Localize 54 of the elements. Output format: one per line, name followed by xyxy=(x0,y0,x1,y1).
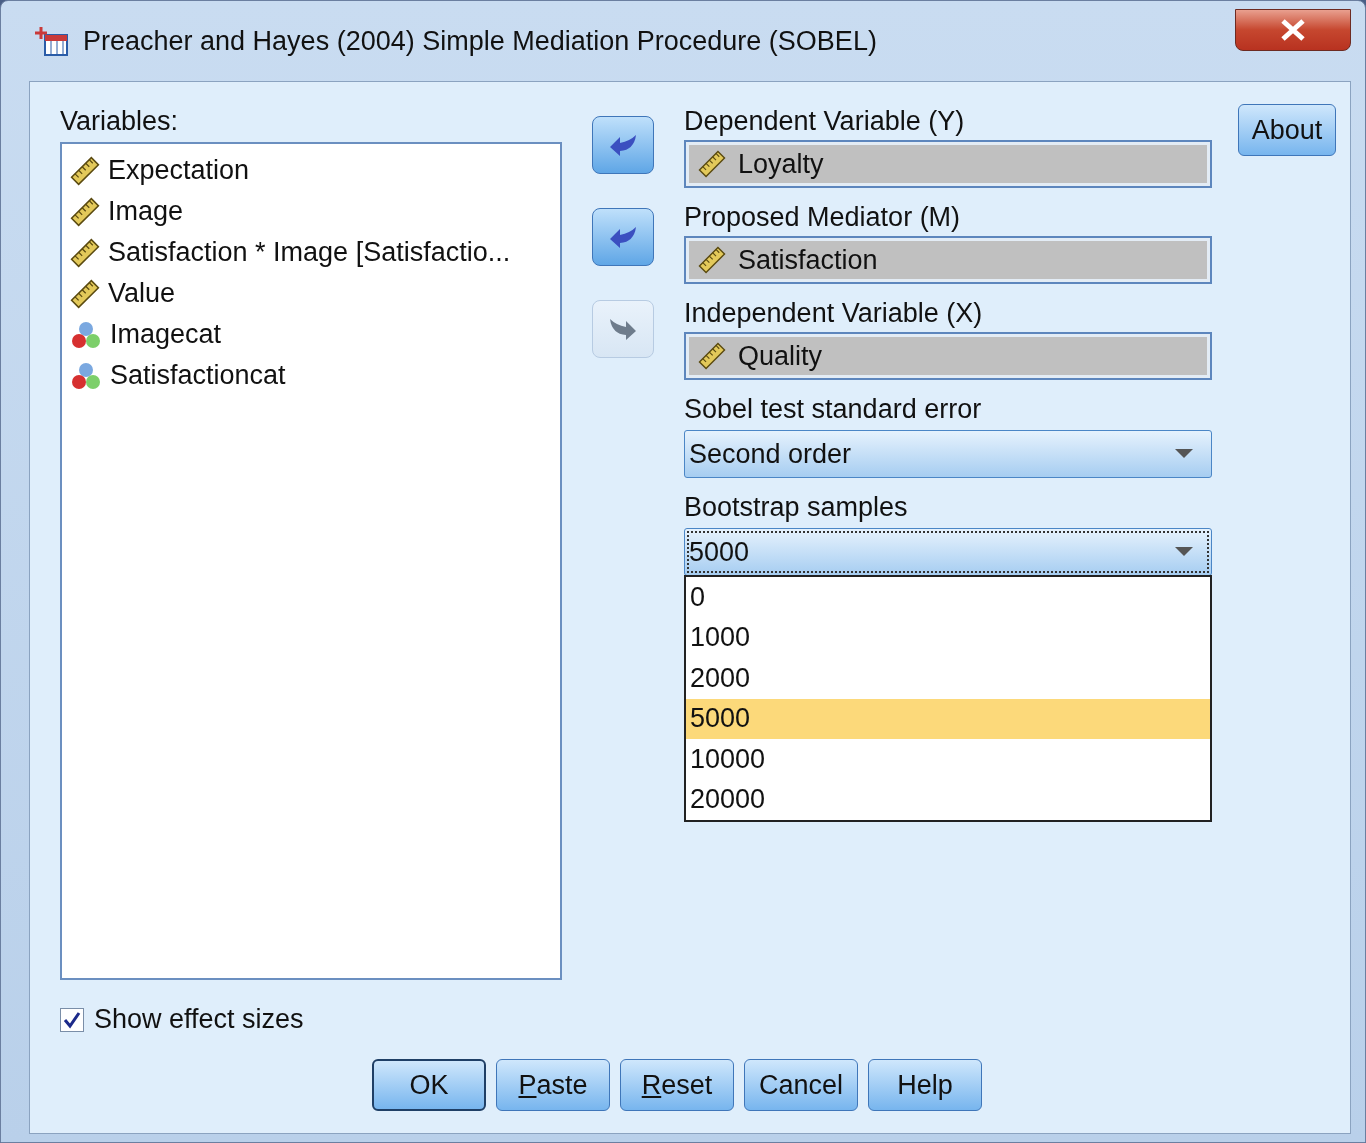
target-label: Dependent Variable (Y) xyxy=(684,105,966,138)
window-title: Preacher and Hayes (2004) Simple Mediation Procedure (SOBEL) xyxy=(83,25,878,57)
dialog-button[interactable]: Reset xyxy=(620,1059,734,1111)
variable-name: Satisfaction * Image [Satisfactio... xyxy=(108,237,511,268)
dialog-button[interactable]: Cancel xyxy=(744,1059,858,1111)
left-arrow-icon xyxy=(608,224,638,250)
target-value: Satisfaction xyxy=(738,244,878,276)
variable-name: Imagecat xyxy=(110,319,222,350)
variable-item[interactable]: Value xyxy=(70,273,552,314)
target-label: Independent Variable (X) xyxy=(684,297,984,330)
target-field[interactable]: Loyalty xyxy=(684,140,1212,188)
variable-item[interactable]: Satisfactioncat xyxy=(70,355,552,396)
dropdown-option[interactable]: 1000 xyxy=(686,617,1210,658)
sobel-dropdown[interactable]: Second order xyxy=(684,430,1212,478)
variable-item[interactable]: Satisfaction * Image [Satisfactio... xyxy=(70,232,552,273)
app-icon xyxy=(35,25,69,57)
left-arrow-icon xyxy=(608,132,638,158)
target-label: Proposed Mediator (M) xyxy=(684,201,962,234)
effect-sizes-checkbox[interactable]: Show effect sizes xyxy=(60,1004,1334,1035)
dropdown-option[interactable]: 0 xyxy=(686,577,1210,618)
variable-item[interactable]: Expectation xyxy=(70,150,552,191)
variables-label: Variables: xyxy=(60,105,180,138)
dropdown-option[interactable]: 20000 xyxy=(686,779,1210,820)
checkbox-label: Show effect sizes xyxy=(94,1004,304,1035)
close-button[interactable] xyxy=(1235,9,1351,51)
about-button[interactable]: About xyxy=(1238,104,1336,156)
variable-name: Satisfactioncat xyxy=(110,360,286,391)
nominal-icon xyxy=(70,360,102,391)
variable-item[interactable]: Image xyxy=(70,191,552,232)
close-icon xyxy=(1280,19,1306,41)
caret-icon xyxy=(1175,449,1193,459)
variables-list[interactable]: Expectation Image Satisfaction * Image [Satisfactio... Value Imagecat Satisfactioncat xyxy=(60,142,562,980)
dropdown-option[interactable]: 10000 xyxy=(686,739,1210,780)
dialog-button[interactable]: Help xyxy=(868,1059,982,1111)
nominal-icon xyxy=(70,319,102,350)
bootstrap-label: Bootstrap samples xyxy=(684,491,909,524)
caret-icon xyxy=(1175,547,1193,557)
target-value: Loyalty xyxy=(738,148,824,180)
dialog-button[interactable]: OK xyxy=(372,1059,486,1111)
dropdown-option[interactable]: 5000 xyxy=(686,698,1210,739)
variable-name: Image xyxy=(108,196,184,227)
check-icon xyxy=(63,1010,81,1029)
target-value: Quality xyxy=(738,340,823,372)
target-field[interactable]: Quality xyxy=(684,332,1212,380)
dialog-button[interactable]: Paste xyxy=(496,1059,610,1111)
variable-name: Value xyxy=(108,278,176,309)
move-arrow-button[interactable] xyxy=(592,208,654,266)
variable-item[interactable]: Imagecat xyxy=(70,314,552,355)
move-arrow-button[interactable] xyxy=(592,116,654,174)
target-field[interactable]: Satisfaction xyxy=(684,236,1212,284)
sobel-label: Sobel test standard error xyxy=(684,393,983,426)
dropdown-option[interactable]: 2000 xyxy=(686,658,1210,699)
right-arrow-icon xyxy=(608,316,638,342)
variable-name: Expectation xyxy=(108,155,250,186)
